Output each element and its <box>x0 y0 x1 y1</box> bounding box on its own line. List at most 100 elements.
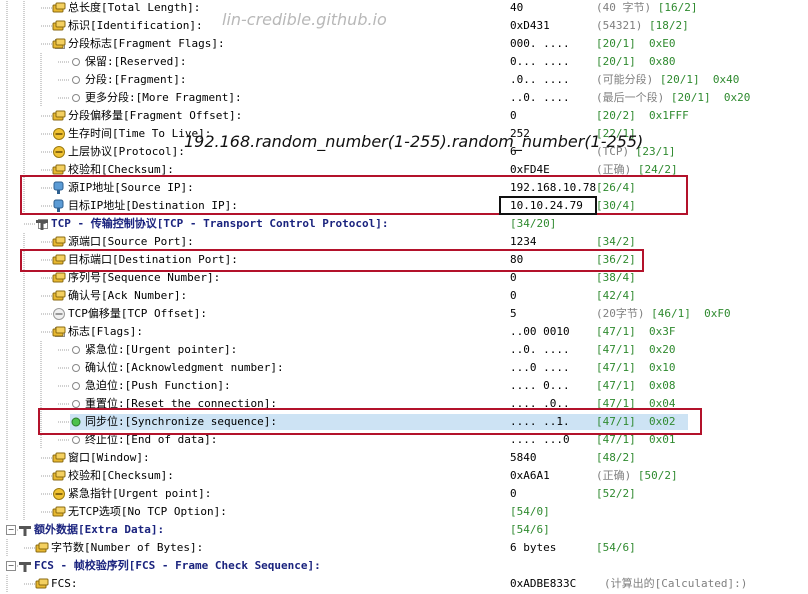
field-icon <box>52 109 66 123</box>
field-label: 急迫位:[Push Function]: <box>85 379 231 392</box>
field-annotation: [47/1] 0x10 <box>596 360 676 376</box>
tree-row[interactable]: −分段标志[Fragment Flags]:000. ....[20/1] 0x… <box>0 35 808 53</box>
tree-row[interactable]: 分段:[Fragment]: .0.. .... (可能分段) [20/1] 0x4… <box>0 71 808 89</box>
field-value: 0xA6A1 <box>510 469 550 482</box>
tree-row[interactable]: 紧急指针[Urgent point]: 0 [52/2] <box>0 485 808 503</box>
field-label: 分段偏移量[Fragment Offset]: <box>68 109 243 122</box>
bit-icon <box>69 55 83 69</box>
field-byte-position: [54/0] <box>510 505 550 518</box>
field-label: TCP偏移量[TCP Offset]: <box>68 307 207 320</box>
field-hex-mask: 0x08 <box>635 379 676 392</box>
field-value: ..0. .... <box>510 343 570 356</box>
tree-row[interactable]: −标志[Flags]:..00 0010[47/1] 0x3F <box>0 323 808 341</box>
field-comment: (54321) <box>596 19 649 32</box>
field-label: 额外数据[Extra Data]: <box>34 523 165 536</box>
tree-row[interactable]: 保留:[Reserved]: 0... .... [20/1] 0x80 <box>0 53 808 71</box>
field-value: 5840 <box>510 451 537 464</box>
field-byte-position: [20/1] <box>659 73 700 86</box>
field-value: 0 <box>510 289 517 302</box>
field-value: .... 0... <box>510 379 570 392</box>
field-icon <box>52 37 66 51</box>
tree-collapse-toggle[interactable]: − <box>6 561 16 571</box>
tree-row[interactable]: FCS: 0xADBE833C (计算出的[Calculated]:) <box>0 575 808 593</box>
field-annotation: [20/1] 0xE0 <box>596 36 676 52</box>
tree-row[interactable]: 确认号[Ack Number]: 0 [42/4] <box>0 287 808 305</box>
field-annotation: (可能分段) [20/1] 0x40 <box>596 72 739 88</box>
field-value: 5 <box>510 307 517 320</box>
offset-icon <box>52 307 66 321</box>
field-icon <box>35 577 49 591</box>
protocol-icon <box>18 523 32 537</box>
annotation-text: 192.168.random_number(1-255).random_numb… <box>184 132 644 151</box>
tree-row[interactable]: 总长度[Total Length]: 40 (40 字节) [16/2] <box>0 0 808 17</box>
tree-section-row[interactable]: − 额外数据[Extra Data]: [54/6] <box>0 521 808 539</box>
field-value: .0.. .... <box>510 73 570 86</box>
field-icon <box>52 505 66 519</box>
clock-field-icon <box>52 145 66 159</box>
tree-row[interactable]: 更多分段:[More Fragment]: ..0. .... (最后一个段) [2… <box>0 89 808 107</box>
field-label: 分段:[Fragment]: <box>85 73 187 86</box>
field-annotation: [54/0] <box>510 504 550 520</box>
field-label: 总长度[Total Length]: <box>68 1 201 14</box>
field-annotation: (正确) [50/2] <box>596 468 678 484</box>
field-byte-position: [47/1] <box>596 379 636 392</box>
field-annotation: [54/6] <box>510 522 550 538</box>
tree-section-row[interactable]: − FCS - 帧校验序列[FCS - Frame Check Sequence]… <box>0 557 808 575</box>
tree-collapse-toggle[interactable]: − <box>6 525 16 535</box>
field-annotation: (40 字节) [16/2] <box>596 0 698 16</box>
tree-row[interactable]: 分段偏移量[Fragment Offset]: 0 [20/2] 0x1FFF <box>0 107 808 125</box>
tree-row[interactable]: 急迫位:[Push Function]: .... 0... [47/1] 0x08 <box>0 377 808 395</box>
tree-row[interactable]: 窗口[Window]: 5840 [48/2] <box>0 449 808 467</box>
field-value: 0 <box>510 109 517 122</box>
field-icon <box>52 235 66 249</box>
field-comment: (计算出的[Calculated]:) <box>604 577 748 590</box>
field-value: 000. .... <box>510 37 570 50</box>
field-value: 1234 <box>510 235 537 248</box>
tree-row[interactable]: 确认位:[Acknowledgment number]: ...0 .... [47… <box>0 359 808 377</box>
field-value: 0... .... <box>510 55 570 68</box>
bit-icon <box>69 361 83 375</box>
field-byte-position: [47/1] <box>596 361 636 374</box>
field-byte-position: [20/1] <box>670 91 711 104</box>
field-value: ...0 .... <box>510 361 570 374</box>
field-value: ..00 0010 <box>510 325 570 338</box>
packet-decode-tree: 总长度[Total Length]: 40 (40 字节) [16/2] 标识[Ide… <box>0 0 808 593</box>
field-hex-mask: 0xE0 <box>635 37 676 50</box>
field-annotation: [34/2] <box>596 234 636 250</box>
field-label: 紧急指针[Urgent point]: <box>68 487 212 500</box>
tree-row[interactable]: 无TCP选项[No TCP Option]: [54/0] <box>0 503 808 521</box>
field-label: 序列号[Sequence Number]: <box>68 271 221 284</box>
field-label: 确认位:[Acknowledgment number]: <box>85 361 284 374</box>
field-annotation: [38/4] <box>596 270 636 286</box>
bit-icon <box>69 73 83 87</box>
tree-row[interactable]: 校验和[Checksum]: 0xA6A1 (正确) [50/2] <box>0 467 808 485</box>
field-byte-position: [20/2] <box>596 109 636 122</box>
field-icon <box>52 325 66 339</box>
field-byte-position: [54/6] <box>596 541 636 554</box>
tree-row[interactable]: 字节数[Number of Bytes]: 6 bytes [54/6] <box>0 539 808 557</box>
field-byte-position: [47/1] <box>596 325 636 338</box>
field-hex-mask: 0x80 <box>635 55 676 68</box>
field-byte-position: [34/20] <box>510 217 557 230</box>
field-byte-position: [52/2] <box>596 487 636 500</box>
field-label: 保留:[Reserved]: <box>85 55 187 68</box>
field-label: 确认号[Ack Number]: <box>68 289 188 302</box>
field-annotation: [34/20] <box>510 216 556 232</box>
field-annotation: (54321) [18/2] <box>596 18 689 34</box>
field-annotation: [20/2] 0x1FFF <box>596 108 689 124</box>
field-label: TCP - 传输控制协议[TCP - Transport Control Pro… <box>51 217 389 230</box>
field-icon <box>52 1 66 15</box>
field-value: 0xD431 <box>510 19 550 32</box>
field-label: 上层协议[Protocol]: <box>68 145 185 158</box>
field-value: 40 <box>510 1 524 14</box>
field-hex-mask: 0x3F <box>635 325 676 338</box>
tree-section-row[interactable]: −TCP - 传输控制协议[TCP - Transport Control Pr… <box>0 215 808 233</box>
tree-row[interactable]: TCP偏移量[TCP Offset]: 5 (20字节) [46/1] 0xF0 <box>0 305 808 323</box>
tree-row[interactable]: 标识[Identification]: 0xD431 (54321) [18/2] <box>0 17 808 35</box>
field-label: 无TCP选项[No TCP Option]: <box>68 505 227 518</box>
field-label: 分段标志[Fragment Flags]: <box>68 37 225 50</box>
field-value: 0 <box>510 487 517 500</box>
field-byte-position: [34/2] <box>596 235 636 248</box>
field-comment: (最后一个段) <box>596 91 671 104</box>
tree-row[interactable]: 紧急位:[Urgent pointer]: ..0. .... [47/1] 0x2… <box>0 341 808 359</box>
